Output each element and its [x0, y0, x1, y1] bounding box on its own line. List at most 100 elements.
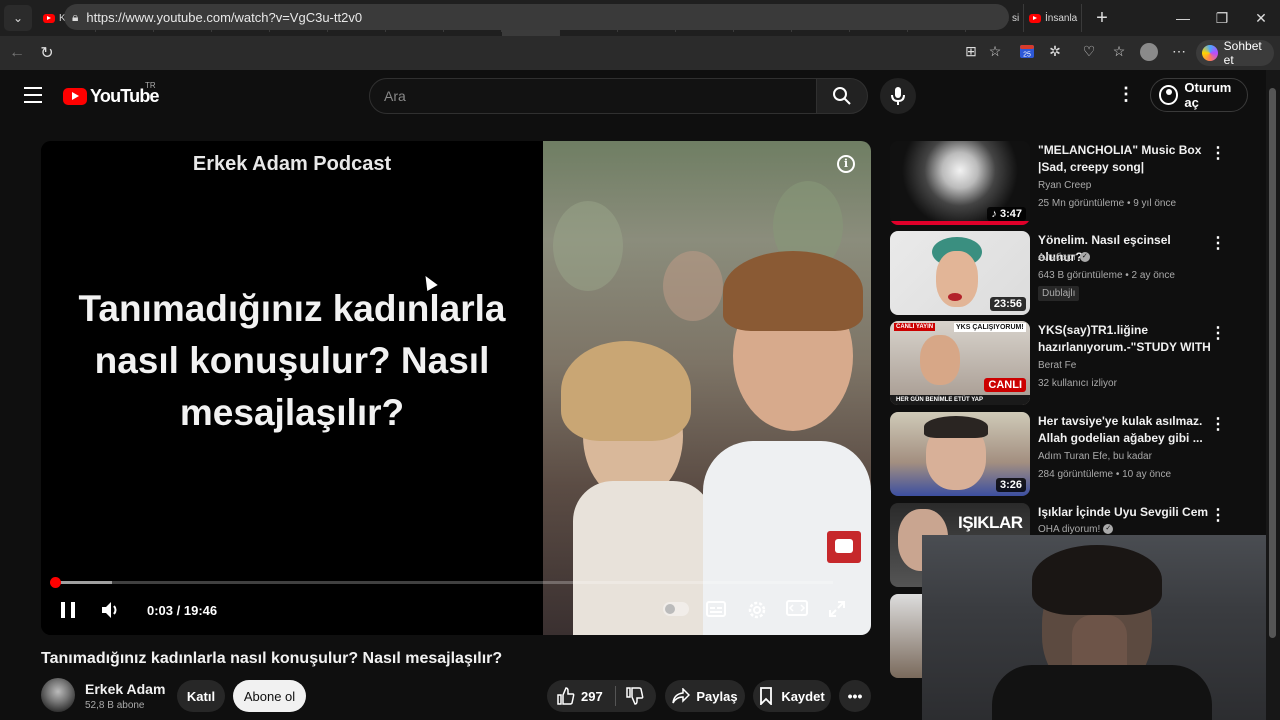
recommendation-channel[interactable]: OHA diyorum! ✓: [1038, 524, 1114, 535]
like-dislike-group: 297: [547, 680, 656, 712]
recommendation-channel[interactable]: Adım Turan Efe, bu kadar: [1038, 451, 1152, 462]
info-icon[interactable]: i: [837, 155, 855, 173]
extensions-icon[interactable]: ✲: [1044, 43, 1066, 63]
tab-actions-menu-icon[interactable]: ⌄: [4, 5, 32, 31]
recommendation-menu-icon[interactable]: ⋮: [1210, 505, 1226, 525]
recommendation-thumbnail[interactable]: 3:26: [890, 412, 1030, 496]
verified-icon: ✓: [1079, 252, 1090, 263]
channel-avatar[interactable]: [41, 678, 75, 712]
maximize-button[interactable]: ❐: [1203, 0, 1241, 36]
recommendation-thumbnail[interactable]: 23:56: [890, 231, 1030, 315]
watched-progress: [890, 221, 1030, 225]
recommendation-title[interactable]: Her tavsiye'ye kulak asılmaz. Allah gode…: [1038, 413, 1216, 447]
recommendation-item[interactable]: ♪ 3:47 "MELANCHOLIA" Music Box |Sad, cre…: [890, 141, 1250, 225]
youtube-header: YouTube TR ⋮ Oturum aç: [0, 70, 1265, 122]
pause-button[interactable]: [61, 602, 75, 618]
settings-button[interactable]: [746, 599, 770, 621]
like-divider: [614, 686, 616, 706]
recommendation-menu-icon[interactable]: ⋮: [1210, 323, 1226, 343]
new-tab-button[interactable]: +: [1088, 7, 1116, 30]
recommendation-menu-icon[interactable]: ⋮: [1210, 143, 1226, 163]
autoplay-toggle[interactable]: [663, 602, 689, 616]
url-text: https://www.youtube.com/watch?v=VgC3u-tt…: [86, 9, 363, 25]
recommendation-meta: 643 B görüntüleme • 2 ay önce: [1038, 270, 1175, 281]
more-actions-button[interactable]: •••: [839, 680, 871, 712]
subscriber-count: 52,8 B abone: [85, 700, 145, 711]
video-duration: ♪ 3:47: [987, 207, 1026, 221]
back-button[interactable]: ←: [2, 44, 32, 62]
channel-name[interactable]: Erkek Adam: [85, 681, 165, 697]
guide-menu-icon[interactable]: [24, 87, 42, 103]
recommendation-meta: 32 kullanıcı izliyor: [1038, 378, 1117, 389]
fullscreen-icon: [829, 601, 845, 617]
video-duration: 23:56: [989, 297, 1026, 311]
close-window-button[interactable]: ✕: [1242, 0, 1280, 36]
voice-search-button[interactable]: [880, 78, 916, 114]
calendar-extension-count: 25: [1023, 52, 1031, 59]
account-icon: [1159, 85, 1179, 105]
recommendation-menu-icon[interactable]: ⋮: [1210, 414, 1226, 434]
dislike-icon[interactable]: [625, 687, 644, 705]
recommendation-thumbnail[interactable]: CANLI YAYIN YKS ÇALIŞIYORUM! HER GÜN BEN…: [890, 321, 1030, 405]
url-field[interactable]: 🔒︎ https://www.youtube.com/watch?v=VgC3u…: [64, 4, 1009, 30]
volume-icon: [102, 602, 117, 618]
search-icon: [833, 87, 851, 105]
profile-avatar-icon[interactable]: [1138, 43, 1160, 63]
like-icon[interactable]: [557, 687, 575, 705]
copilot-label: Sohbet et: [1223, 39, 1262, 67]
theater-mode-button[interactable]: [786, 599, 810, 621]
video-frame-text-panel: Erkek Adam Podcast Tanımadığınız kadınla…: [41, 141, 543, 635]
youtube-logo[interactable]: YouTube TR: [63, 81, 160, 107]
subtitles-button[interactable]: [705, 599, 729, 621]
page-scrollbar[interactable]: [1266, 70, 1280, 720]
channel-watermark-icon[interactable]: [827, 531, 861, 563]
recommendation-title[interactable]: "MELANCHOLIA" Music Box |Sad, creepy son…: [1038, 142, 1216, 176]
recommendation-item[interactable]: CANLI YAYIN YKS ÇALIŞIYORUM! HER GÜN BEN…: [890, 321, 1250, 405]
video-player[interactable]: Erkek Adam Podcast Tanımadığınız kadınla…: [41, 141, 871, 635]
progress-buffer: [53, 581, 112, 584]
logo-country: TR: [145, 81, 156, 90]
app-available-icon[interactable]: ⊞: [960, 43, 982, 63]
join-button[interactable]: Katıl: [177, 680, 225, 712]
youtube-favicon-icon: [43, 13, 55, 23]
favorite-star-icon[interactable]: ☆: [984, 43, 1006, 63]
subscribe-button[interactable]: Abone ol: [233, 680, 306, 712]
recommendation-channel[interactable]: Ryan Creep: [1038, 180, 1091, 191]
progress-bar[interactable]: [49, 577, 833, 588]
recommendation-meta: 25 Mn görüntüleme • 9 yıl önce: [1038, 198, 1177, 209]
recommendation-item[interactable]: 3:26 Her tavsiye'ye kulak asılmaz. Allah…: [890, 412, 1250, 496]
live-badge: CANLI: [984, 378, 1026, 392]
recommendation-meta: 284 görüntüleme • 10 ay önce: [1038, 469, 1172, 480]
verified-icon: ✓: [1103, 524, 1114, 535]
recommendation-thumbnail[interactable]: ♪ 3:47: [890, 141, 1030, 225]
recommendation-title[interactable]: Işıklar İçinde Uyu Sevgili Cem: [1038, 504, 1216, 521]
browser-essentials-icon[interactable]: ♡: [1078, 43, 1100, 63]
refresh-button[interactable]: ↻: [32, 43, 62, 63]
recommendation-menu-icon[interactable]: ⋮: [1210, 233, 1226, 253]
live-stream-label: CANLI YAYIN: [894, 323, 936, 331]
search-button[interactable]: [816, 78, 868, 114]
scrubber-knob[interactable]: [49, 577, 61, 588]
sign-in-button[interactable]: Oturum aç: [1150, 78, 1248, 112]
fullscreen-button[interactable]: [827, 599, 851, 621]
volume-button[interactable]: [101, 601, 121, 619]
minimize-button[interactable]: —: [1164, 0, 1202, 36]
settings-kebab-icon[interactable]: ⋮: [1116, 84, 1136, 108]
recommendation-item[interactable]: 23:56 Yönelim. Nasıl eşcinsel olunur? Ал…: [890, 231, 1250, 315]
search-input[interactable]: [384, 88, 816, 104]
settings-more-icon[interactable]: ⋯: [1168, 43, 1190, 63]
recommendation-channel[interactable]: Альберт ✓: [1038, 252, 1090, 263]
share-button[interactable]: Paylaş: [665, 680, 745, 712]
site-info-icon[interactable]: 🔒︎: [72, 10, 78, 25]
browser-tab[interactable]: İnsanla: [1024, 4, 1082, 32]
bookmark-icon: [760, 687, 773, 705]
calendar-extension-icon[interactable]: 25: [1016, 43, 1038, 63]
scrollbar-thumb[interactable]: [1269, 88, 1276, 638]
recommendation-title[interactable]: YKS(say)TR1.liğine hazırlanıyorum.-"STUD…: [1038, 322, 1216, 358]
save-button[interactable]: Kaydet: [753, 680, 831, 712]
microphone-icon: [891, 87, 905, 105]
favorites-collection-icon[interactable]: ☆: [1108, 43, 1130, 63]
like-count[interactable]: 297: [581, 689, 603, 704]
copilot-chat-button[interactable]: Sohbet et: [1196, 39, 1274, 67]
recommendation-channel[interactable]: Berat Fe: [1038, 360, 1076, 371]
